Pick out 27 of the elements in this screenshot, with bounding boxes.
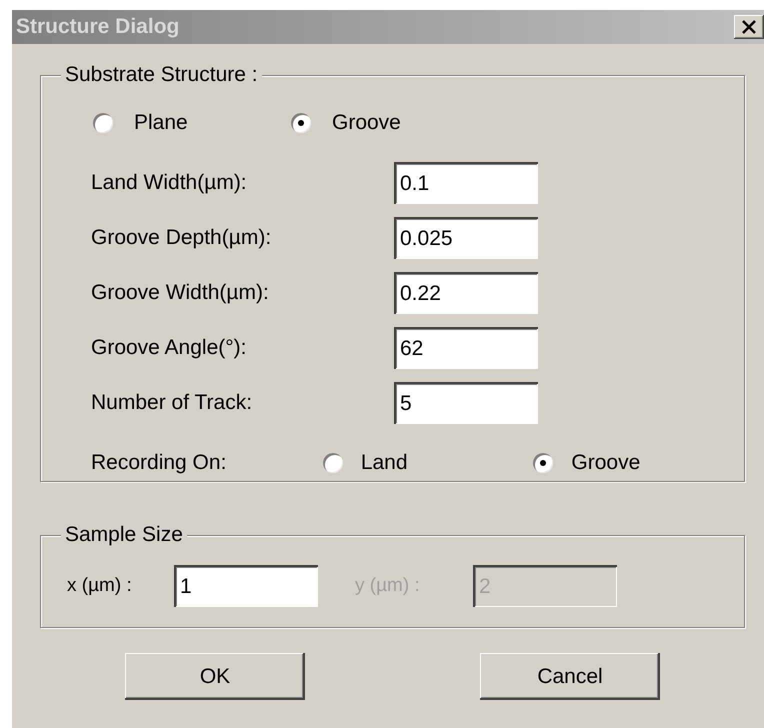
field-label: Recording On:	[91, 450, 228, 476]
field-label: Number of Track:	[91, 390, 254, 416]
ok-button[interactable]: OK	[125, 653, 305, 700]
field-label: Groove Angle(°):	[91, 335, 248, 362]
input-field[interactable]: 0.22	[394, 272, 538, 314]
radio-button[interactable]	[93, 113, 113, 133]
radio-label[interactable]: Groove	[571, 447, 640, 479]
cancel-button[interactable]: Cancel	[480, 653, 660, 700]
input-field[interactable]: 5	[394, 382, 538, 424]
radio-label[interactable]: Land	[360, 447, 408, 479]
window-title: Structure Dialog	[16, 14, 180, 40]
input-field[interactable]: 0.025	[394, 217, 538, 259]
radio-label[interactable]: Plane	[134, 107, 188, 139]
input-field[interactable]: 0.1	[394, 162, 538, 204]
field-label: Groove Width(µm):	[91, 280, 270, 306]
field-label: Groove Depth(µm):	[91, 225, 272, 252]
group-label: Sample Size	[61, 523, 187, 547]
field-label: x (µm) :	[67, 574, 133, 598]
input-field[interactable]: 62	[394, 327, 538, 369]
input-field[interactable]: 1	[174, 565, 318, 607]
radio-button[interactable]	[322, 453, 343, 473]
radio-button[interactable]	[291, 113, 311, 133]
radio-button[interactable]	[533, 453, 554, 473]
close-button[interactable]	[734, 15, 764, 39]
radio-label[interactable]: Groove	[332, 107, 401, 139]
close-icon	[741, 20, 757, 34]
field-label: Land Width(µm):	[91, 170, 248, 196]
